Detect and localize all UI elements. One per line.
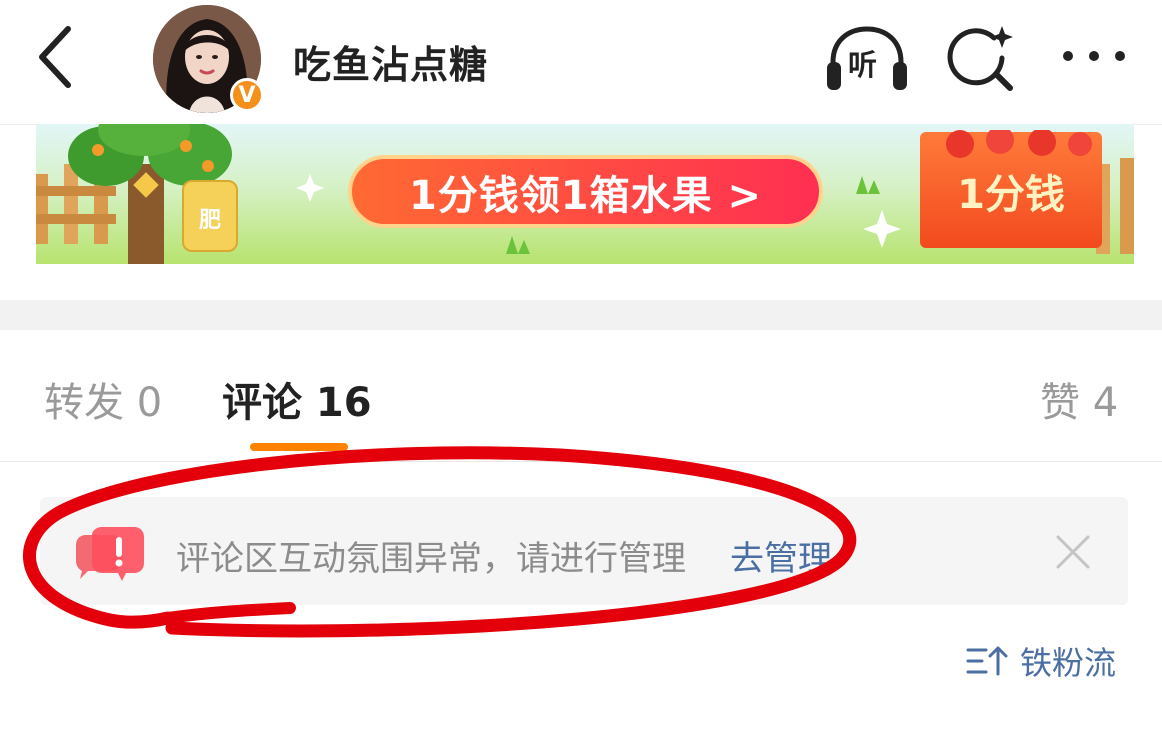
more-button[interactable] <box>1058 36 1130 76</box>
fertilizer-bag-graphic: 肥 <box>182 180 238 252</box>
sort-label: 铁粉流 <box>1020 644 1117 682</box>
avatar[interactable]: V <box>153 5 264 113</box>
fruit-box-graphic: 1分钱 <box>920 130 1102 248</box>
tabs-divider <box>0 461 1162 462</box>
sort-arrow-icon <box>966 646 1008 676</box>
banner-cta-label: 1分钱领1箱水果 > <box>408 172 763 219</box>
sort-button[interactable]: 铁粉流 <box>966 640 1116 682</box>
section-divider <box>0 300 1162 330</box>
listen-button[interactable]: 听 <box>825 24 909 94</box>
back-button[interactable] <box>30 25 90 89</box>
notice-message: 评论区互动氛围异常，请进行管理 <box>176 539 686 579</box>
promo-banner[interactable]: 肥 1分钱领1箱水果 > 1分钱 <box>36 124 1134 264</box>
tab-repost[interactable]: 转发 0 <box>44 370 162 428</box>
banner-cta-button[interactable]: 1分钱领1箱水果 > <box>348 155 823 228</box>
back-chevron-icon <box>39 26 71 88</box>
fertilizer-bag-text: 肥 <box>198 208 221 233</box>
tab-comment[interactable]: 评论 16 <box>222 370 372 428</box>
tab-like[interactable]: 赞 4 <box>1040 370 1118 428</box>
manage-link[interactable]: 去管理 <box>730 531 832 580</box>
close-icon <box>1056 535 1090 569</box>
close-notice-button[interactable] <box>1054 533 1092 571</box>
top-nav-bar: V 吃鱼沾点糖 听 <box>0 0 1162 125</box>
fruit-box-label: 1分钱 <box>957 172 1065 218</box>
listen-label: 听 <box>848 48 878 82</box>
comment-warning-notice: 评论区互动氛围异常，请进行管理 去管理 <box>40 497 1128 605</box>
search-sparkle-icon <box>947 26 1013 91</box>
more-dots-icon <box>1063 51 1125 61</box>
verified-badge: V <box>230 78 264 112</box>
active-tab-indicator <box>250 443 348 451</box>
search-button[interactable] <box>946 22 1016 92</box>
username[interactable]: 吃鱼沾点糖 <box>293 34 488 89</box>
alert-speech-icon <box>76 527 144 581</box>
